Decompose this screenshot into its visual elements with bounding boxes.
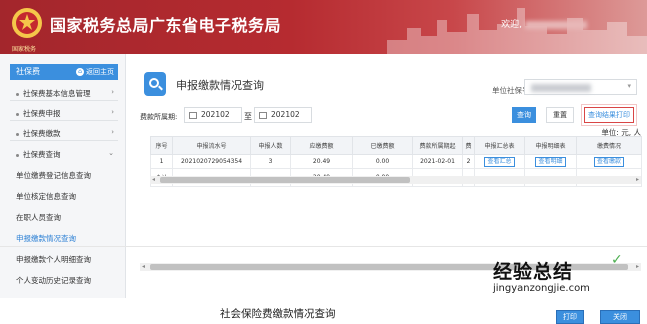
col-header: 申报人数 (250, 136, 291, 155)
divider (10, 120, 118, 121)
scroll-right-icon[interactable]: ▸ (636, 176, 639, 183)
footer-print-button[interactable]: 打印 (556, 310, 584, 324)
chevron-right-icon: › (111, 128, 114, 136)
sidebar-item-query[interactable]: 社保费查询 ⌄ (10, 149, 118, 160)
sidebar-item-declare[interactable]: 社保费申报 › (10, 108, 118, 119)
sidebar-subitem-change-history-query[interactable]: 个人变动历史记录查询 (16, 275, 118, 286)
unit-social-no-select[interactable]: ▾ (524, 79, 637, 95)
footer-caption: 社会保险费缴款情况查询 (220, 308, 336, 320)
view-detail-button[interactable]: 查看明细 (535, 156, 566, 167)
scroll-left-icon[interactable]: ◂ (142, 263, 145, 270)
sidebar-header: 社保费 ⌂ 返回主页 (10, 64, 118, 80)
chevron-right-icon: › (111, 108, 114, 116)
table-horizontal-scrollbar[interactable]: ◂ ▸ (150, 176, 641, 184)
divider (10, 100, 118, 101)
site-title: 国家税务总局广东省电子税务局 (50, 16, 282, 35)
watermark-url: jingyanzongjie.com (493, 283, 590, 294)
sidebar-item-basic-info[interactable]: 社保费基本信息管理 › (10, 88, 118, 99)
view-summary-button[interactable]: 查看汇总 (484, 156, 515, 167)
sidebar-subitem-payment-status-query[interactable]: 申报缴款情况查询 (16, 233, 118, 244)
col-header: 申报汇总表 (474, 136, 525, 155)
sidebar-subitem-staff-query[interactable]: 在职人员查询 (16, 212, 118, 223)
col-header: 申报明细表 (524, 136, 577, 155)
divider (10, 140, 118, 141)
view-payment-button[interactable]: 查看缴款 (593, 156, 624, 167)
home-link[interactable]: ⌂ 返回主页 (76, 64, 114, 80)
sidebar-item-label: 社保费查询 (23, 150, 61, 159)
print-results-button[interactable]: 查询结果打印 (581, 104, 637, 126)
bullet-icon (16, 153, 19, 157)
period-end-value: 202102 (271, 110, 300, 119)
welcome-label: 欢迎, (501, 20, 522, 30)
query-search-icon (144, 72, 166, 96)
col-header: 费款所属期起 (412, 136, 463, 155)
scroll-right-icon[interactable]: ▸ (636, 263, 639, 270)
cell-people: 3 (250, 154, 291, 169)
user-name-redacted (525, 20, 587, 29)
bullet-icon (16, 92, 19, 96)
cell-detail: 查看明细 (524, 154, 577, 169)
cell-no: 1 (150, 154, 173, 169)
welcome-text: 欢迎, (501, 17, 587, 30)
scroll-left-icon[interactable]: ◂ (152, 176, 155, 183)
calendar-icon (259, 112, 267, 119)
page-title: 申报缴款情况查询 (176, 79, 264, 92)
sidebar-subitem-assessment-query[interactable]: 单位核定信息查询 (16, 191, 118, 202)
cell-summary: 查看汇总 (474, 154, 525, 169)
period-label: 费款所属期: (140, 113, 178, 121)
scrollbar-thumb[interactable] (160, 177, 410, 183)
cell-paid: 0.00 (352, 154, 413, 169)
sidebar-subitem-registration-query[interactable]: 单位缴费登记信息查询 (16, 170, 118, 181)
cell-payable: 20.49 (290, 154, 353, 169)
tax-emblem-icon (12, 8, 42, 38)
chevron-down-icon: ▾ (627, 82, 631, 90)
col-header: 申报流水号 (172, 136, 251, 155)
col-header: 缴费情况 (576, 136, 642, 155)
chevron-down-icon: ⌄ (108, 149, 114, 157)
sidebar-subitem-personal-detail-query[interactable]: 申报缴款个人明细查询 (16, 254, 118, 265)
reset-button[interactable]: 重置 (546, 107, 574, 123)
sidebar-header-label: 社保费 (16, 67, 40, 76)
chevron-right-icon: › (111, 88, 114, 96)
cell-period-start: 2021-02-01 (412, 154, 463, 169)
table-header-row: 序号 申报流水号 申报人数 应缴费额 已缴费额 费款所属期起 费 申报汇总表 申… (150, 136, 642, 155)
home-icon: ⌂ (76, 68, 84, 76)
period-start-value: 202102 (201, 110, 230, 119)
sidebar-item-payment[interactable]: 社保费缴款 › (10, 128, 118, 139)
sidebar-item-label: 社保费申报 (23, 109, 61, 118)
check-icon: ✓ (611, 252, 623, 268)
col-header: 序号 (150, 136, 173, 155)
bullet-icon (16, 112, 19, 116)
cell-pay: 查看缴款 (576, 154, 642, 169)
divider (0, 246, 647, 247)
table-row: 1 2021020729054354 3 20.49 0.00 2021-02-… (150, 154, 642, 169)
cell-extra: 2 (462, 154, 475, 169)
sidebar: 社保费 ⌂ 返回主页 社保费基本信息管理 › 社保费申报 › 社保费缴款 › 社保费查询… (0, 54, 126, 324)
query-button[interactable]: 查询 (512, 107, 536, 123)
emblem-caption: 国家税务 (12, 46, 37, 53)
col-header: 费 (462, 136, 475, 155)
watermark-title: 经验总结 (493, 261, 574, 283)
cell-serial: 2021020729054354 (172, 154, 251, 169)
home-link-label: 返回主页 (86, 68, 114, 76)
col-header: 已缴费额 (352, 136, 413, 155)
period-end-input[interactable]: 202102 (254, 107, 312, 123)
bullet-icon (16, 132, 19, 136)
top-banner: 国家税务 国家税务总局广东省电子税务局 欢迎, (0, 0, 647, 54)
period-start-input[interactable]: 202102 (184, 107, 242, 123)
period-separator: 至 (244, 112, 252, 121)
calendar-icon (189, 112, 197, 119)
footer-close-button[interactable]: 关闭 (600, 310, 640, 324)
sidebar-item-label: 社保费基本信息管理 (23, 89, 91, 98)
unit-no-redacted (531, 84, 591, 92)
col-header: 应缴费额 (290, 136, 353, 155)
sidebar-item-label: 社保费缴款 (23, 129, 61, 138)
